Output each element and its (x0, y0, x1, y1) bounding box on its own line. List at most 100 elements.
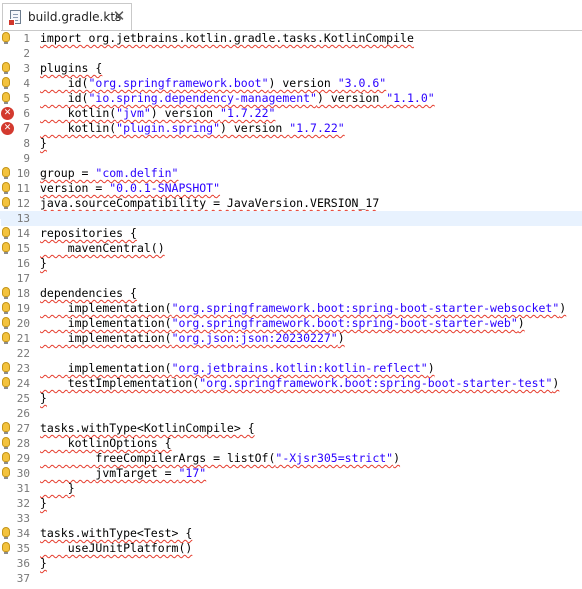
code-line[interactable]: 4 id("org.springframework.boot") version… (0, 69, 582, 91)
code-text: } (40, 256, 47, 271)
code-line[interactable]: 15 mavenCentral() (0, 234, 582, 256)
quick-fix-error-icon[interactable] (0, 534, 15, 556)
code-line[interactable]: 18 dependencies { (0, 279, 582, 301)
line-number: 22 (16, 347, 30, 360)
code-line[interactable]: 11 version = "0.0.1-SNAPSHOT" (0, 174, 582, 196)
code-line[interactable]: 34 tasks.withType<Test> { (0, 519, 582, 541)
code-line[interactable]: 31 } (0, 481, 582, 496)
code-line[interactable]: 24 testImplementation("org.springframewo… (0, 369, 582, 391)
code-line[interactable]: 12 java.sourceCompatibility = JavaVersion… (0, 189, 582, 211)
code-line[interactable]: 32} (0, 496, 582, 511)
code-line[interactable]: 2 (0, 46, 582, 61)
quick-fix-error-icon[interactable] (0, 159, 15, 181)
code-token: group = (40, 166, 96, 180)
error-marker-icon[interactable]: ✕ (1, 107, 15, 121)
tab-build-gradle-kts[interactable]: build.gradle.kts ✕ (2, 3, 132, 30)
quick-fix-error-icon[interactable] (0, 519, 15, 541)
code-line[interactable]: 37 (0, 571, 582, 586)
code-line[interactable]: 9 (0, 151, 582, 166)
code-line[interactable]: 19 implementation("org.springframework.b… (0, 294, 582, 316)
code-text: plugins { (40, 61, 102, 76)
code-token: implementation( (67, 301, 172, 315)
quick-fix-error-icon[interactable] (0, 414, 15, 436)
code-token: tasks.withType<KotlinCompile> { (40, 421, 255, 435)
quick-fix-error-icon[interactable] (0, 54, 15, 76)
quick-fix-error-icon[interactable] (0, 279, 15, 301)
quick-fix-error-icon[interactable] (0, 84, 15, 106)
quick-fix-error-icon[interactable] (0, 459, 15, 481)
code-line[interactable]: 28 kotlinOptions { (0, 429, 582, 451)
close-icon[interactable]: ✕ (111, 7, 127, 25)
kotlin-script-file-icon (8, 9, 23, 26)
line-number: 13 (16, 212, 30, 225)
code-line[interactable]: ✕ 6 kotlin("jvm") version "1.7.22" (0, 106, 582, 121)
quick-fix-error-icon[interactable] (0, 309, 15, 331)
quick-fix-error-icon[interactable] (0, 429, 15, 451)
code-line[interactable]: 26 (0, 406, 582, 421)
code-token: ) (393, 451, 401, 465)
code-line[interactable]: 25} (0, 391, 582, 406)
line-number: 37 (16, 572, 30, 585)
quick-fix-error-icon[interactable] (0, 219, 15, 241)
quick-fix-error-icon[interactable] (0, 24, 15, 46)
error-marker-icon[interactable]: ✕ (1, 122, 15, 136)
quick-fix-error-icon[interactable] (0, 234, 15, 256)
code-text: java.sourceCompatibility = JavaVersion.V… (40, 196, 379, 211)
line-number: 14 (16, 227, 30, 240)
code-line[interactable]: 27 tasks.withType<KotlinCompile> { (0, 414, 582, 436)
code-text: } (40, 481, 75, 496)
code-text: } (40, 391, 47, 406)
code-line[interactable]: 5 id("io.spring.dependency-management") … (0, 84, 582, 106)
code-line[interactable]: 3 plugins { (0, 54, 582, 76)
line-number: 16 (16, 257, 30, 270)
code-line[interactable]: 13 (0, 211, 582, 226)
code-line[interactable]: 35 useJUnitPlatform() (0, 534, 582, 556)
line-number: 25 (16, 392, 30, 405)
code-token: } (40, 256, 47, 270)
quick-fix-error-icon[interactable] (0, 189, 15, 211)
code-line[interactable]: 23 implementation("org.jetbrains.kotlin:… (0, 354, 582, 376)
code-token: ) (517, 316, 525, 330)
code-line[interactable]: 17 (0, 271, 582, 286)
code-line[interactable]: 1 import org.jetbrains.kotlin.gradle.task… (0, 24, 582, 46)
code-line[interactable]: 21 implementation("org.json:json:2023022… (0, 324, 582, 346)
code-token: ) (552, 376, 560, 390)
line-number: 24 (16, 377, 30, 390)
quick-fix-error-icon[interactable] (0, 324, 15, 346)
code-token: kotlinOptions { (67, 436, 172, 450)
quick-fix-error-icon[interactable] (0, 354, 15, 376)
code-line[interactable]: 14 repositories { (0, 219, 582, 241)
code-line[interactable]: 29 freeCompilerArgs = listOf("-Xjsr305=s… (0, 444, 582, 466)
code-token: } (40, 391, 47, 405)
code-line[interactable]: 16} (0, 256, 582, 271)
quick-fix-error-icon[interactable] (0, 294, 15, 316)
quick-fix-error-icon[interactable] (0, 369, 15, 391)
code-line[interactable]: 20 implementation("org.springframework.b… (0, 309, 582, 331)
code-token: id( (67, 76, 89, 90)
line-number: 1 (23, 32, 30, 45)
code-line[interactable]: 36} (0, 556, 582, 571)
line-number: 5 (23, 92, 30, 105)
code-text: freeCompilerArgs = listOf("-Xjsr305=stri… (40, 451, 400, 466)
code-line[interactable]: 30 jvmTarget = "17" (0, 459, 582, 481)
string-literal: "org.springframework.boot:spring-boot-st… (199, 376, 553, 390)
code-line[interactable]: 33 (0, 511, 582, 526)
code-token: useJUnitPlatform() (67, 541, 193, 555)
code-token: ) version (150, 106, 221, 120)
code-token: tasks.withType<Test> { (40, 526, 193, 540)
code-line[interactable]: ✕ 7 kotlin("plugin.spring") version "1.7.… (0, 121, 582, 136)
quick-fix-error-icon[interactable] (0, 174, 15, 196)
code-line[interactable]: 10 group = "com.delfin" (0, 159, 582, 181)
line-number: 20 (16, 317, 30, 330)
string-literal: "1.7.22" (220, 106, 276, 120)
code-text: tasks.withType<KotlinCompile> { (40, 421, 255, 436)
string-literal: "17" (178, 466, 207, 480)
quick-fix-error-icon[interactable] (0, 444, 15, 466)
line-number: 3 (23, 62, 30, 75)
line-number: 15 (16, 242, 30, 255)
code-line[interactable]: 22 (0, 346, 582, 361)
quick-fix-error-icon[interactable] (0, 69, 15, 91)
code-editor[interactable]: 1 import org.jetbrains.kotlin.gradle.task… (0, 24, 582, 589)
code-token: ) version (316, 91, 387, 105)
code-line[interactable]: 8} (0, 136, 582, 151)
